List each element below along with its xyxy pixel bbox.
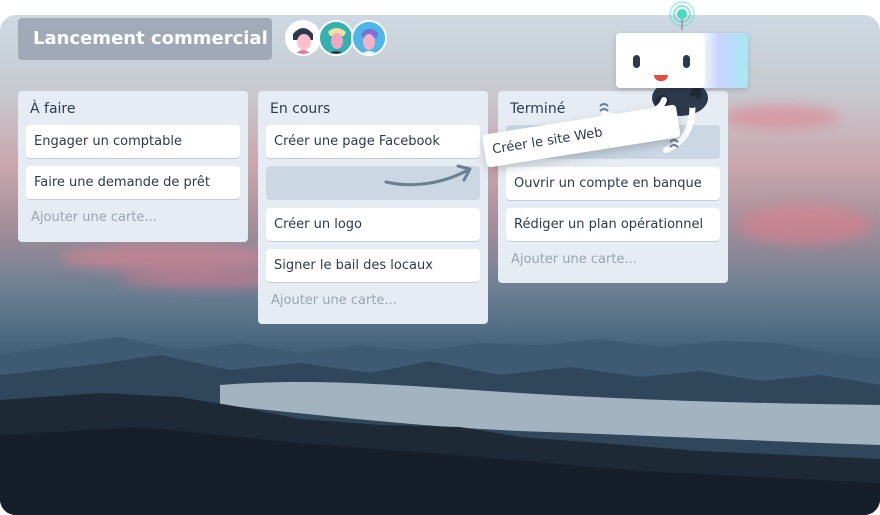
robot-face	[619, 35, 705, 86]
list-title[interactable]: À faire	[26, 91, 240, 125]
card[interactable]: Créer un logo	[266, 208, 480, 241]
antenna-signal-icon	[669, 1, 695, 30]
card[interactable]: Faire une demande de prêt	[26, 166, 240, 199]
card[interactable]: Créer une page Facebook	[266, 125, 480, 158]
member-avatar[interactable]	[285, 20, 321, 56]
person-icon	[287, 22, 319, 54]
person-icon	[320, 22, 352, 54]
list-title[interactable]: En cours	[266, 91, 480, 125]
card[interactable]: Signer le bail des locaux	[266, 249, 480, 282]
sky-cloud	[740, 205, 870, 245]
add-card-button[interactable]: Ajouter une carte...	[26, 207, 240, 235]
add-card-button[interactable]: Ajouter une carte...	[266, 290, 480, 318]
robot-mouth	[654, 75, 668, 81]
sky-cloud	[720, 105, 840, 129]
list-todo: À faire Engager un comptable Faire une d…	[18, 91, 248, 242]
card[interactable]: Engager un comptable	[26, 125, 240, 158]
person-icon	[353, 22, 385, 54]
card[interactable]: Ouvrir un compte en banque	[506, 167, 720, 200]
mountain-landscape	[0, 337, 880, 515]
list-in-progress: En cours Créer une page Facebook Créer u…	[258, 91, 488, 324]
member-avatar[interactable]	[318, 20, 354, 56]
add-card-button[interactable]: Ajouter une carte...	[506, 249, 720, 277]
board-title[interactable]: Lancement commercial	[18, 18, 272, 60]
member-avatar[interactable]	[351, 20, 387, 56]
drag-arrow-icon	[384, 164, 472, 187]
sky-cloud	[60, 245, 280, 271]
robot-eye	[683, 55, 690, 68]
robot-eye	[633, 55, 640, 68]
card[interactable]: Rédiger un plan opérationnel	[506, 208, 720, 241]
